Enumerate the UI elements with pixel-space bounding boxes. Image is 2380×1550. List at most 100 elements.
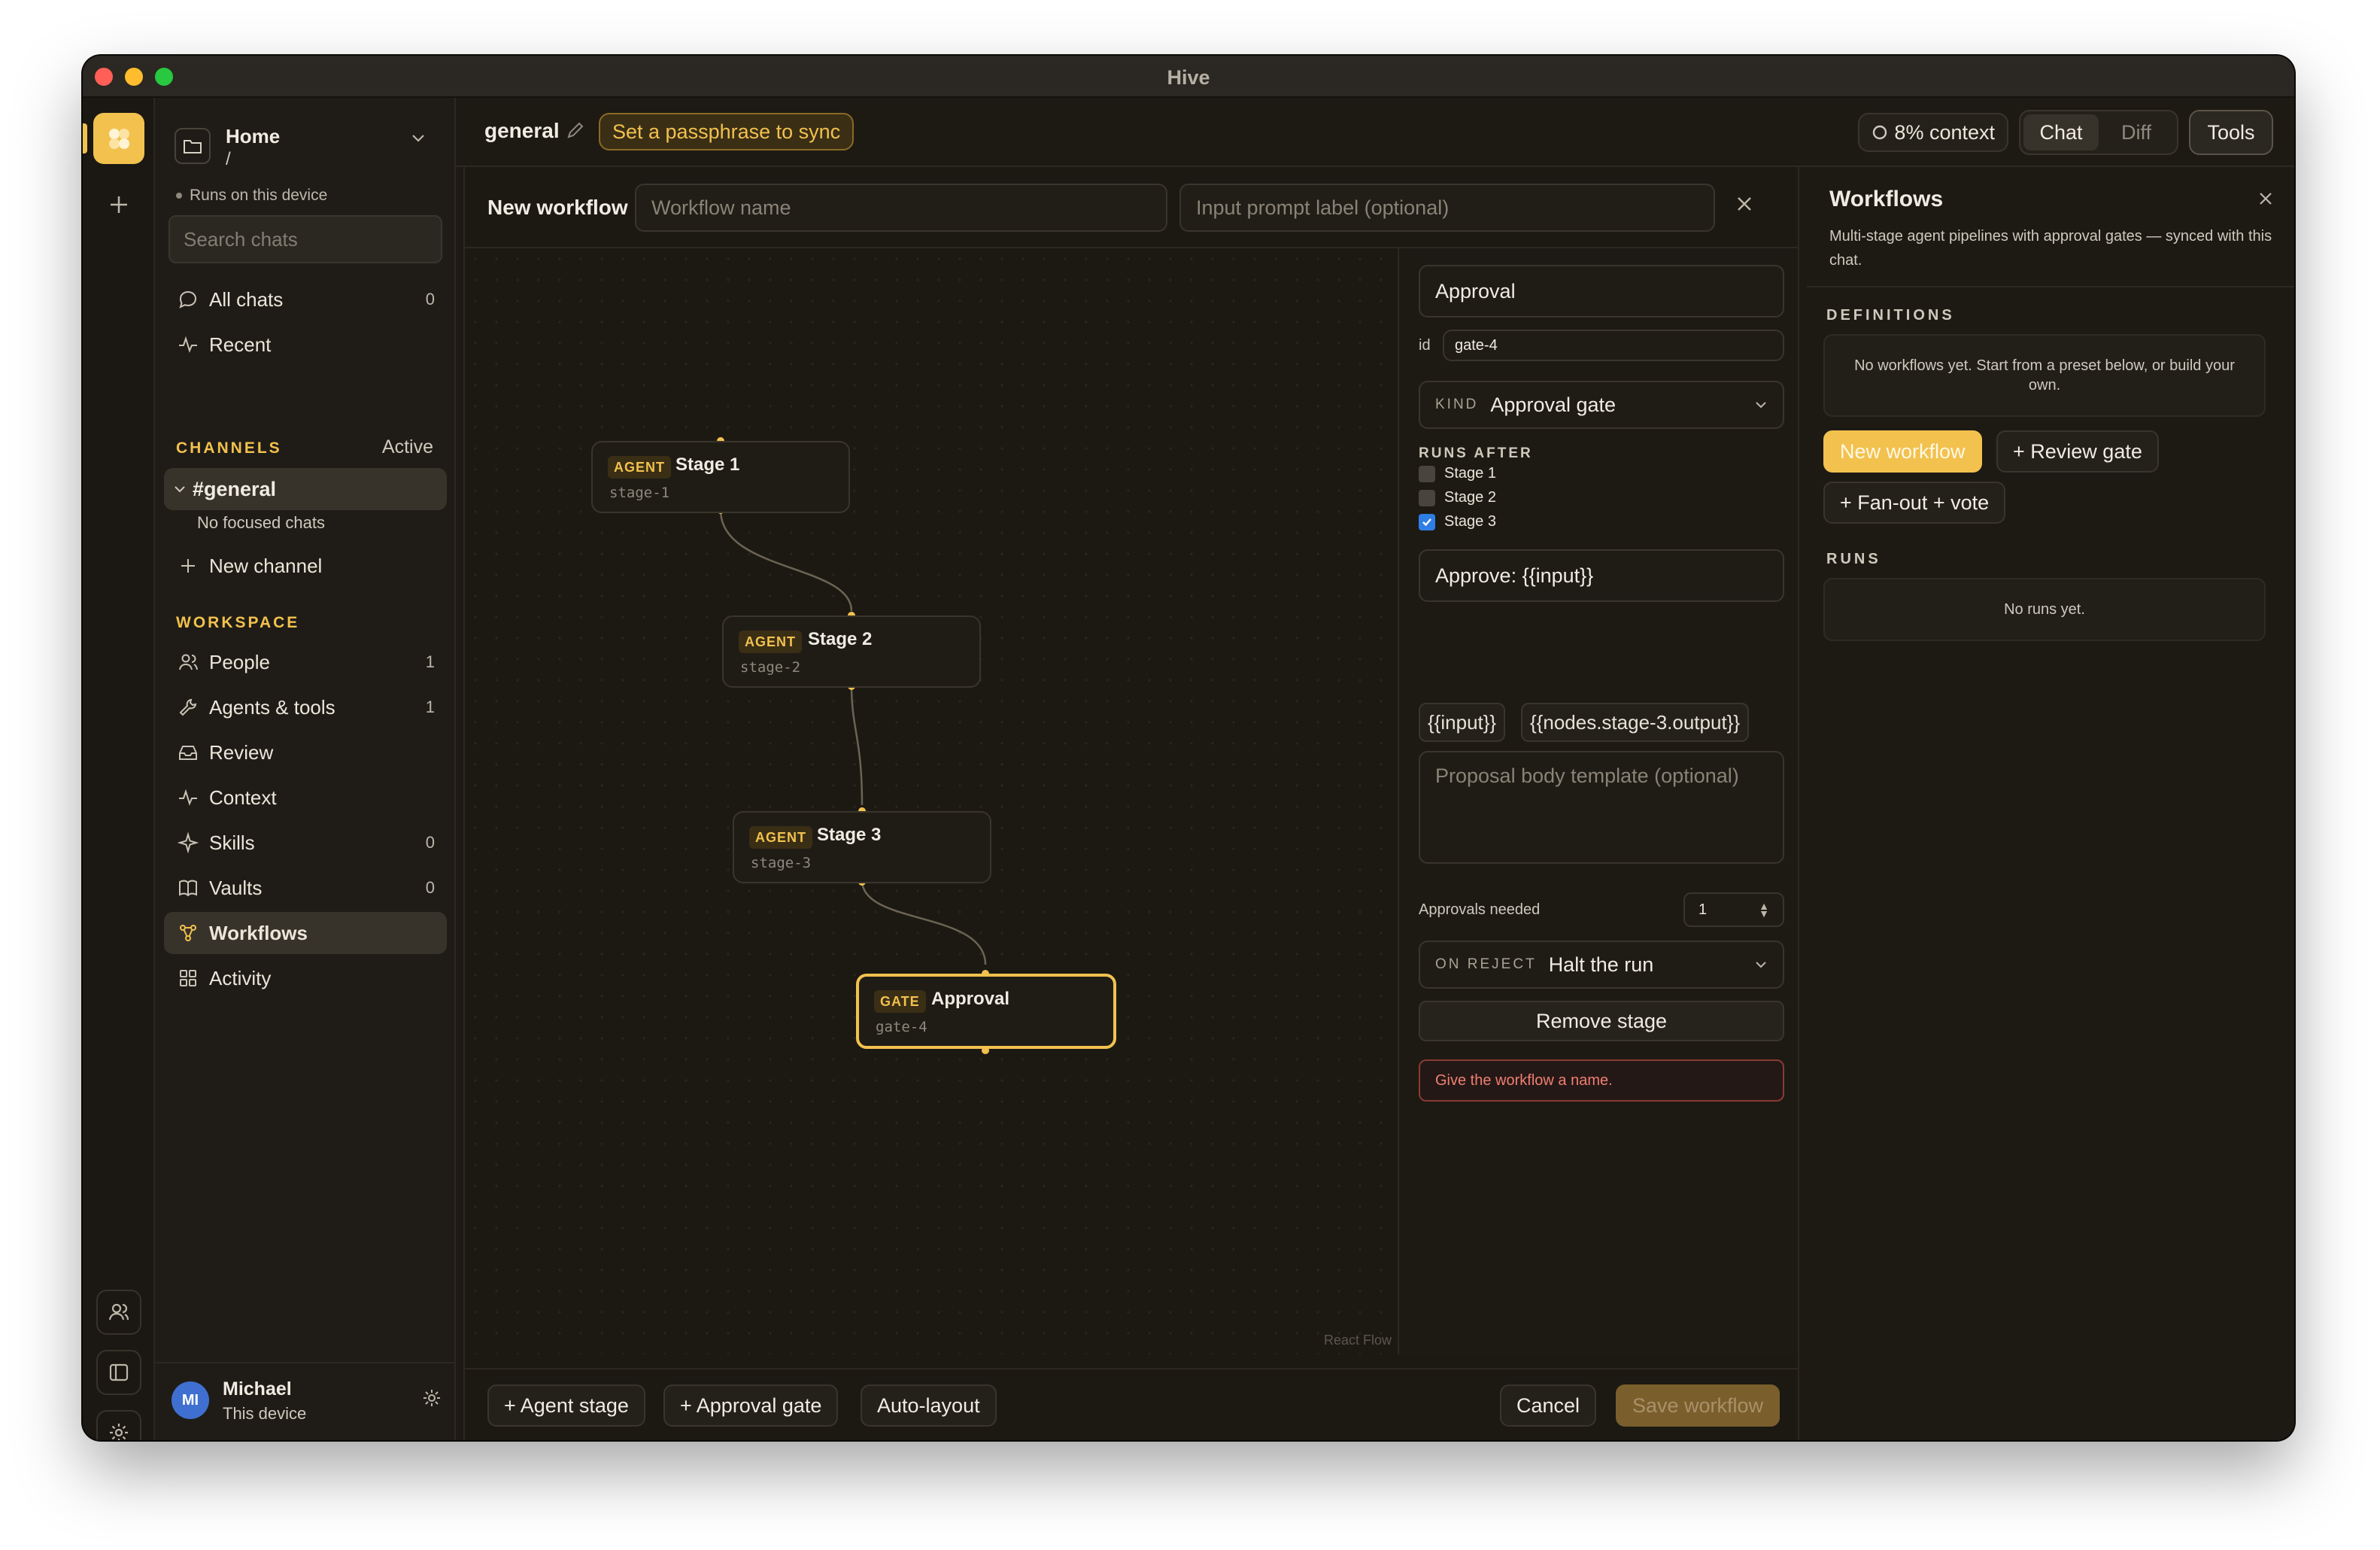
passphrase-button[interactable]: Set a passphrase to sync bbox=[599, 113, 855, 150]
checkbox-checked[interactable] bbox=[1419, 513, 1435, 530]
chevron-down-icon bbox=[1754, 960, 1768, 969]
kind-label: KIND bbox=[1435, 397, 1479, 412]
plus-icon bbox=[176, 554, 200, 578]
sidebar-toggle-icon[interactable] bbox=[96, 1350, 141, 1395]
workflow-name-input[interactable] bbox=[635, 184, 1167, 232]
sidebar-item-label: Vaults bbox=[209, 876, 263, 899]
hive-logo-icon[interactable] bbox=[93, 113, 144, 164]
runs-after-heading: RUNS AFTER bbox=[1419, 445, 1533, 461]
node-kind-badge: AGENT bbox=[739, 631, 802, 653]
pulse-icon bbox=[176, 333, 200, 357]
wrench-icon bbox=[176, 695, 200, 719]
gear-icon[interactable] bbox=[421, 1387, 442, 1409]
proposal-body-textarea[interactable] bbox=[1419, 751, 1784, 864]
pulse-icon bbox=[176, 786, 200, 810]
workflows-panel: Workflows Multi-stage agent pipelines wi… bbox=[1807, 167, 2294, 1440]
runs-after-stage-3[interactable]: Stage 3 bbox=[1419, 513, 1496, 530]
runs-after-stage-1[interactable]: Stage 1 bbox=[1419, 465, 1496, 482]
folder-icon[interactable] bbox=[175, 128, 211, 164]
sidebar-item-agents-tools[interactable]: Agents & tools 1 bbox=[164, 686, 447, 728]
token-input[interactable]: {{input}} bbox=[1419, 703, 1506, 742]
runs-after-stage-2[interactable]: Stage 2 bbox=[1419, 489, 1496, 506]
cancel-button[interactable]: Cancel bbox=[1500, 1384, 1597, 1427]
sidebar-item-activity[interactable]: Activity bbox=[164, 957, 447, 999]
sidebar-item-label: Review bbox=[209, 740, 274, 764]
flow-node-stage-3[interactable]: AGENT Stage 3 stage-3 bbox=[733, 811, 991, 883]
channels-status[interactable]: Active bbox=[382, 436, 433, 458]
sidebar-item-vaults[interactable]: Vaults 0 bbox=[164, 867, 447, 909]
flow-node-stage-1[interactable]: AGENT Stage 1 stage-1 bbox=[591, 441, 850, 513]
channel-item-general[interactable]: #general bbox=[164, 468, 447, 510]
workflow-editor: New workflow Workflow name Input prompt … bbox=[463, 167, 1799, 1440]
tools-button[interactable]: Tools bbox=[2189, 110, 2273, 155]
chevron-down-icon[interactable] bbox=[411, 132, 426, 143]
context-meter[interactable]: 8% context bbox=[1858, 113, 2008, 152]
tab-chat[interactable]: Chat bbox=[2023, 114, 2099, 150]
user-name: Michael bbox=[223, 1378, 292, 1400]
node-title: Stage 1 bbox=[675, 454, 740, 475]
on-reject-value: Halt the run bbox=[1548, 953, 1654, 976]
new-workflow-button[interactable]: New workflow bbox=[1823, 430, 1982, 473]
sidebar-item-people[interactable]: People 1 bbox=[164, 641, 447, 683]
sidebar-item-recent[interactable]: Recent bbox=[164, 324, 447, 366]
close-icon[interactable] bbox=[1735, 194, 1754, 214]
count-badge: 0 bbox=[425, 833, 435, 852]
token-stage-3-output[interactable]: {{nodes.stage-3.output}} bbox=[1521, 703, 1750, 742]
prompt-template-field[interactable]: Approve: {{input}} bbox=[1419, 549, 1784, 602]
checkbox[interactable] bbox=[1419, 465, 1435, 482]
remove-stage-button[interactable]: Remove stage bbox=[1419, 1001, 1784, 1041]
pencil-icon[interactable] bbox=[566, 120, 585, 140]
sidebar: Home / Runs on this device All chats 0 R… bbox=[155, 98, 456, 1440]
review-gate-preset-button[interactable]: + Review gate bbox=[1996, 430, 2159, 473]
stage-id-field[interactable]: gate-4 bbox=[1443, 330, 1784, 361]
grid-icon bbox=[176, 966, 200, 990]
on-reject-select[interactable]: ON REJECT Halt the run bbox=[1419, 941, 1784, 989]
sidebar-item-all-chats[interactable]: All chats 0 bbox=[164, 278, 447, 321]
approvals-stepper[interactable]: 1 ▲ ▼ bbox=[1683, 892, 1784, 927]
context-ring-icon bbox=[1873, 125, 1887, 140]
flow-node-gate-4[interactable]: GATE Approval gate-4 bbox=[856, 974, 1116, 1049]
stepper-arrows-icon[interactable]: ▲ ▼ bbox=[1759, 901, 1769, 919]
device-status-text: Runs on this device bbox=[190, 187, 328, 204]
workspace-name[interactable]: Home bbox=[226, 125, 280, 148]
workspace-heading: WORKSPACE bbox=[176, 614, 300, 631]
flow-canvas[interactable]: AGENT Stage 1 stage-1 AGENT Stage 2 stag… bbox=[465, 248, 1398, 1354]
stage-name-field[interactable]: Approval bbox=[1419, 265, 1784, 318]
flow-edges bbox=[717, 437, 989, 1054]
sidebar-item-context[interactable]: Context bbox=[164, 777, 447, 819]
kind-select[interactable]: KIND Approval gate bbox=[1419, 381, 1784, 429]
channel-title[interactable]: general bbox=[484, 119, 560, 143]
id-label: id bbox=[1419, 337, 1431, 354]
react-flow-attribution[interactable]: React Flow bbox=[1324, 1333, 1392, 1348]
add-approval-gate-button[interactable]: + Approval gate bbox=[663, 1384, 839, 1427]
checkbox-label: Stage 1 bbox=[1444, 465, 1496, 482]
prompt-label-input[interactable] bbox=[1179, 184, 1715, 232]
tab-diff[interactable]: Diff bbox=[2099, 114, 2174, 150]
checkbox[interactable] bbox=[1419, 489, 1435, 506]
editor-footer: + Agent stage + Approval gate Auto-layou… bbox=[465, 1368, 1798, 1440]
avatar[interactable]: MI bbox=[172, 1381, 209, 1419]
add-agent-stage-button[interactable]: + Agent stage bbox=[487, 1384, 645, 1427]
settings-gear-icon[interactable] bbox=[96, 1410, 141, 1440]
sidebar-item-review[interactable]: Review bbox=[164, 731, 447, 773]
editor-title: New workflow bbox=[487, 196, 628, 219]
count-badge: 0 bbox=[425, 290, 435, 308]
people-icon[interactable] bbox=[96, 1290, 141, 1335]
sidebar-item-workflows[interactable]: Workflows bbox=[164, 912, 447, 954]
app-rail bbox=[83, 98, 155, 1440]
new-channel-button[interactable]: New channel bbox=[164, 545, 447, 587]
add-workspace-icon[interactable] bbox=[96, 182, 141, 227]
fanout-vote-preset-button[interactable]: + Fan-out + vote bbox=[1823, 482, 2006, 524]
panel-description: Multi-stage agent pipelines with approva… bbox=[1829, 228, 2272, 269]
flow-node-stage-2[interactable]: AGENT Stage 2 stage-2 bbox=[722, 615, 981, 688]
context-label: 8% context bbox=[1894, 120, 1995, 144]
device-status: Runs on this device bbox=[176, 187, 327, 205]
sidebar-item-skills[interactable]: Skills 0 bbox=[164, 822, 447, 864]
edge-stage3-gate bbox=[861, 880, 987, 965]
close-icon[interactable] bbox=[2257, 190, 2275, 208]
save-workflow-button[interactable]: Save workflow bbox=[1616, 1384, 1780, 1427]
sidebar-item-label: Workflows bbox=[209, 921, 308, 944]
chevron-down-icon[interactable] bbox=[173, 484, 187, 494]
auto-layout-button[interactable]: Auto-layout bbox=[861, 1384, 997, 1427]
search-input[interactable] bbox=[168, 215, 442, 263]
